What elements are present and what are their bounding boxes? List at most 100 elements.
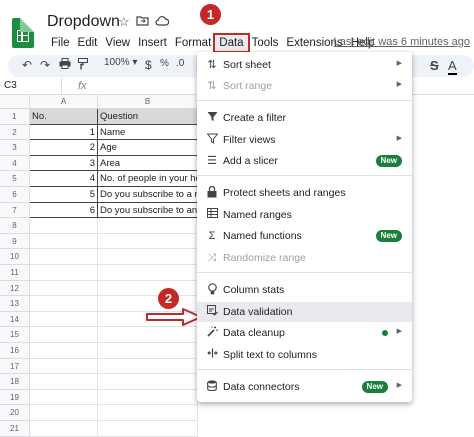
row-header[interactable]: 19 — [0, 389, 30, 406]
row-header[interactable]: 8 — [0, 218, 30, 234]
row-header[interactable]: 15 — [0, 327, 30, 343]
decrease-decimal-icon[interactable]: .0 — [176, 58, 184, 69]
cell[interactable]: Question — [98, 109, 198, 125]
cell[interactable]: Do you subscribe to a ne — [98, 187, 198, 203]
cell[interactable] — [30, 374, 98, 390]
cell[interactable]: 4 — [30, 171, 98, 187]
cell[interactable] — [30, 218, 98, 234]
menu-item-data-connectors[interactable]: Data connectors New ▶ — [197, 377, 412, 397]
menu-view[interactable]: View — [101, 35, 134, 51]
redo-icon[interactable]: ↷ — [40, 58, 50, 72]
menu-item-filter-views[interactable]: Filter views ▶ — [197, 130, 412, 150]
cell[interactable]: 6 — [30, 202, 98, 219]
cell[interactable] — [98, 327, 198, 343]
document-title[interactable]: Dropdown — [47, 13, 120, 31]
row-header[interactable]: 9 — [0, 233, 30, 250]
cell[interactable] — [98, 389, 198, 406]
cell[interactable] — [98, 343, 198, 359]
strikethrough-icon[interactable]: S — [430, 58, 439, 73]
menu-item-column-stats[interactable]: Column stats — [197, 280, 412, 300]
cell[interactable]: Area — [98, 155, 198, 172]
column-header-a[interactable]: A — [30, 95, 98, 109]
row-header[interactable]: 10 — [0, 249, 30, 265]
menu-item-sort-range[interactable]: ⇅ Sort range ▶ — [197, 76, 412, 96]
cell[interactable] — [98, 358, 198, 375]
sheets-logo-icon[interactable] — [12, 18, 34, 48]
cell[interactable] — [98, 421, 198, 437]
cell[interactable] — [30, 233, 98, 250]
menu-item-create-filter[interactable]: Create a filter — [197, 108, 412, 128]
menu-item-sort-sheet[interactable]: ⇅ Sort sheet ▶ — [197, 55, 412, 75]
currency-icon[interactable]: $ — [145, 58, 152, 72]
cell[interactable]: No. of people in your ho — [98, 171, 198, 187]
row-header[interactable]: 11 — [0, 265, 30, 281]
menu-item-randomize-range[interactable]: ⤨ Randomize range — [197, 248, 412, 268]
cell[interactable] — [98, 374, 198, 390]
row-header[interactable]: 14 — [0, 311, 30, 328]
menu-item-add-slicer[interactable]: ☰ Add a slicer New — [197, 151, 412, 171]
cell[interactable] — [98, 265, 198, 281]
row-header[interactable]: 2 — [0, 124, 30, 141]
zoom-select[interactable]: 100% ▾ — [104, 57, 137, 68]
menu-item-data-validation[interactable]: Data validation — [197, 302, 412, 322]
cell[interactable] — [30, 343, 98, 359]
undo-icon[interactable]: ↶ — [22, 58, 32, 72]
cloud-status-icon[interactable] — [155, 14, 170, 29]
menu-item-protect-sheets[interactable]: Protect sheets and ranges — [197, 183, 412, 203]
row-header[interactable]: 7 — [0, 202, 30, 219]
cell[interactable] — [30, 296, 98, 312]
move-folder-icon[interactable] — [136, 14, 149, 29]
menu-item-named-functions[interactable]: Σ Named functions New — [197, 226, 412, 246]
row-header[interactable]: 12 — [0, 280, 30, 297]
row-header[interactable]: 17 — [0, 358, 30, 375]
row-header[interactable]: 18 — [0, 374, 30, 390]
cell[interactable] — [98, 233, 198, 250]
last-edit-link[interactable]: Last edit was 6 minutes ago — [334, 36, 470, 48]
cell[interactable] — [98, 280, 198, 297]
menu-item-data-cleanup[interactable]: Data cleanup ▶ — [197, 323, 412, 343]
cell[interactable]: No. — [30, 109, 98, 125]
cell[interactable]: 3 — [30, 155, 98, 172]
menu-item-named-ranges[interactable]: Named ranges — [197, 205, 412, 225]
cell[interactable] — [98, 405, 198, 421]
row-header[interactable]: 4 — [0, 155, 30, 172]
menu-tools[interactable]: Tools — [248, 35, 283, 51]
row-header[interactable]: 1 — [0, 109, 30, 125]
paint-format-icon[interactable] — [78, 58, 88, 73]
menu-edit[interactable]: Edit — [74, 35, 102, 51]
percent-icon[interactable]: % — [160, 58, 169, 69]
cell[interactable]: Name — [98, 124, 198, 141]
cell[interactable] — [30, 421, 98, 437]
text-color-icon[interactable]: A — [448, 58, 457, 75]
cell[interactable]: 1 — [30, 124, 98, 141]
print-icon[interactable] — [59, 58, 71, 72]
row-header[interactable]: 16 — [0, 343, 30, 359]
cell[interactable] — [98, 249, 198, 265]
row-header[interactable]: 20 — [0, 405, 30, 421]
menu-file[interactable]: File — [47, 35, 74, 51]
cell[interactable]: 5 — [30, 187, 98, 203]
menu-format[interactable]: Format — [171, 35, 215, 51]
row-header[interactable]: 5 — [0, 171, 30, 187]
menu-insert[interactable]: Insert — [134, 35, 171, 51]
cell[interactable] — [30, 405, 98, 421]
name-box[interactable]: C3 — [0, 78, 62, 94]
row-header[interactable]: 21 — [0, 421, 30, 437]
row-header[interactable]: 6 — [0, 187, 30, 203]
cell[interactable] — [30, 280, 98, 297]
cell[interactable]: 2 — [30, 140, 98, 156]
cell[interactable] — [30, 358, 98, 375]
menu-data[interactable]: Data — [213, 33, 250, 53]
select-all-corner[interactable] — [0, 95, 30, 109]
cell[interactable] — [30, 389, 98, 406]
star-icon[interactable]: ☆ — [118, 14, 130, 30]
menu-item-split-text[interactable]: Split text to columns — [197, 345, 412, 365]
cell[interactable]: Do you subscribe to an C — [98, 202, 198, 219]
row-header[interactable]: 13 — [0, 296, 30, 312]
cell[interactable] — [30, 311, 98, 328]
row-header[interactable]: 3 — [0, 140, 30, 156]
cell[interactable]: Age — [98, 140, 198, 156]
cell[interactable] — [30, 265, 98, 281]
cell[interactable] — [30, 249, 98, 265]
cell[interactable] — [30, 327, 98, 343]
